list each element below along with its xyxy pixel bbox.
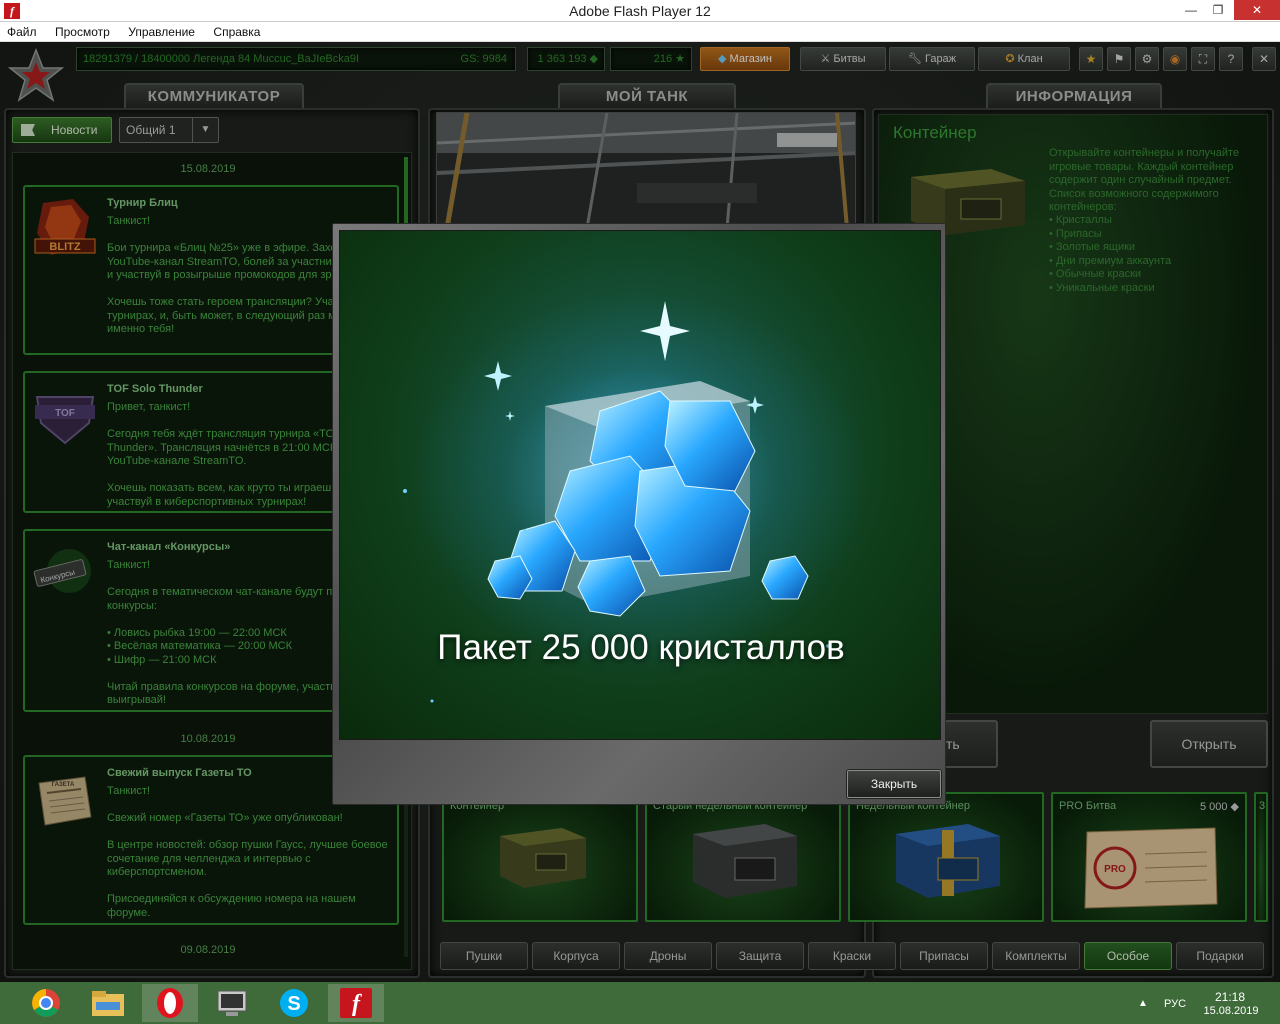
menu-view[interactable]: Просмотр	[48, 22, 117, 39]
menu-control[interactable]: Управление	[121, 22, 202, 39]
reward-stage: Пакет 25 000 кристаллов	[339, 230, 941, 740]
file-explorer-icon[interactable]	[80, 984, 136, 1022]
clock-date[interactable]: 15.08.2019	[1196, 1005, 1266, 1017]
window-title: Adobe Flash Player 12	[569, 3, 711, 19]
reward-title: Пакет 25 000 кристаллов	[437, 628, 845, 667]
taskbar: S f ▲ РУС 21:18 15.08.2019	[0, 982, 1280, 1024]
clock-time[interactable]: 21:18	[1200, 990, 1260, 1004]
flash-player-icon[interactable]: f	[328, 984, 384, 1022]
opera-icon[interactable]	[142, 984, 198, 1022]
window-titlebar: f Adobe Flash Player 12 — ❐ ✕	[0, 0, 1280, 22]
language-indicator[interactable]: РУС	[1164, 998, 1186, 1010]
menu-bar: Файл Просмотр Управление Справка	[0, 22, 1280, 42]
svg-text:S: S	[287, 993, 300, 1015]
minimize-button[interactable]: —	[1176, 0, 1206, 20]
menu-help[interactable]: Справка	[206, 22, 267, 39]
show-hidden-icons-icon[interactable]: ▲	[1138, 998, 1148, 1009]
maximize-button[interactable]: ❐	[1203, 0, 1233, 20]
skype-icon[interactable]: S	[266, 984, 322, 1022]
menu-file[interactable]: Файл	[0, 22, 44, 39]
reward-dialog: Пакет 25 000 кристаллов Закрыть	[332, 223, 946, 805]
computer-icon[interactable]	[204, 984, 260, 1022]
chrome-icon[interactable]	[18, 984, 74, 1022]
close-dialog-button[interactable]: Закрыть	[847, 770, 941, 798]
window-close-button[interactable]: ✕	[1234, 0, 1280, 20]
